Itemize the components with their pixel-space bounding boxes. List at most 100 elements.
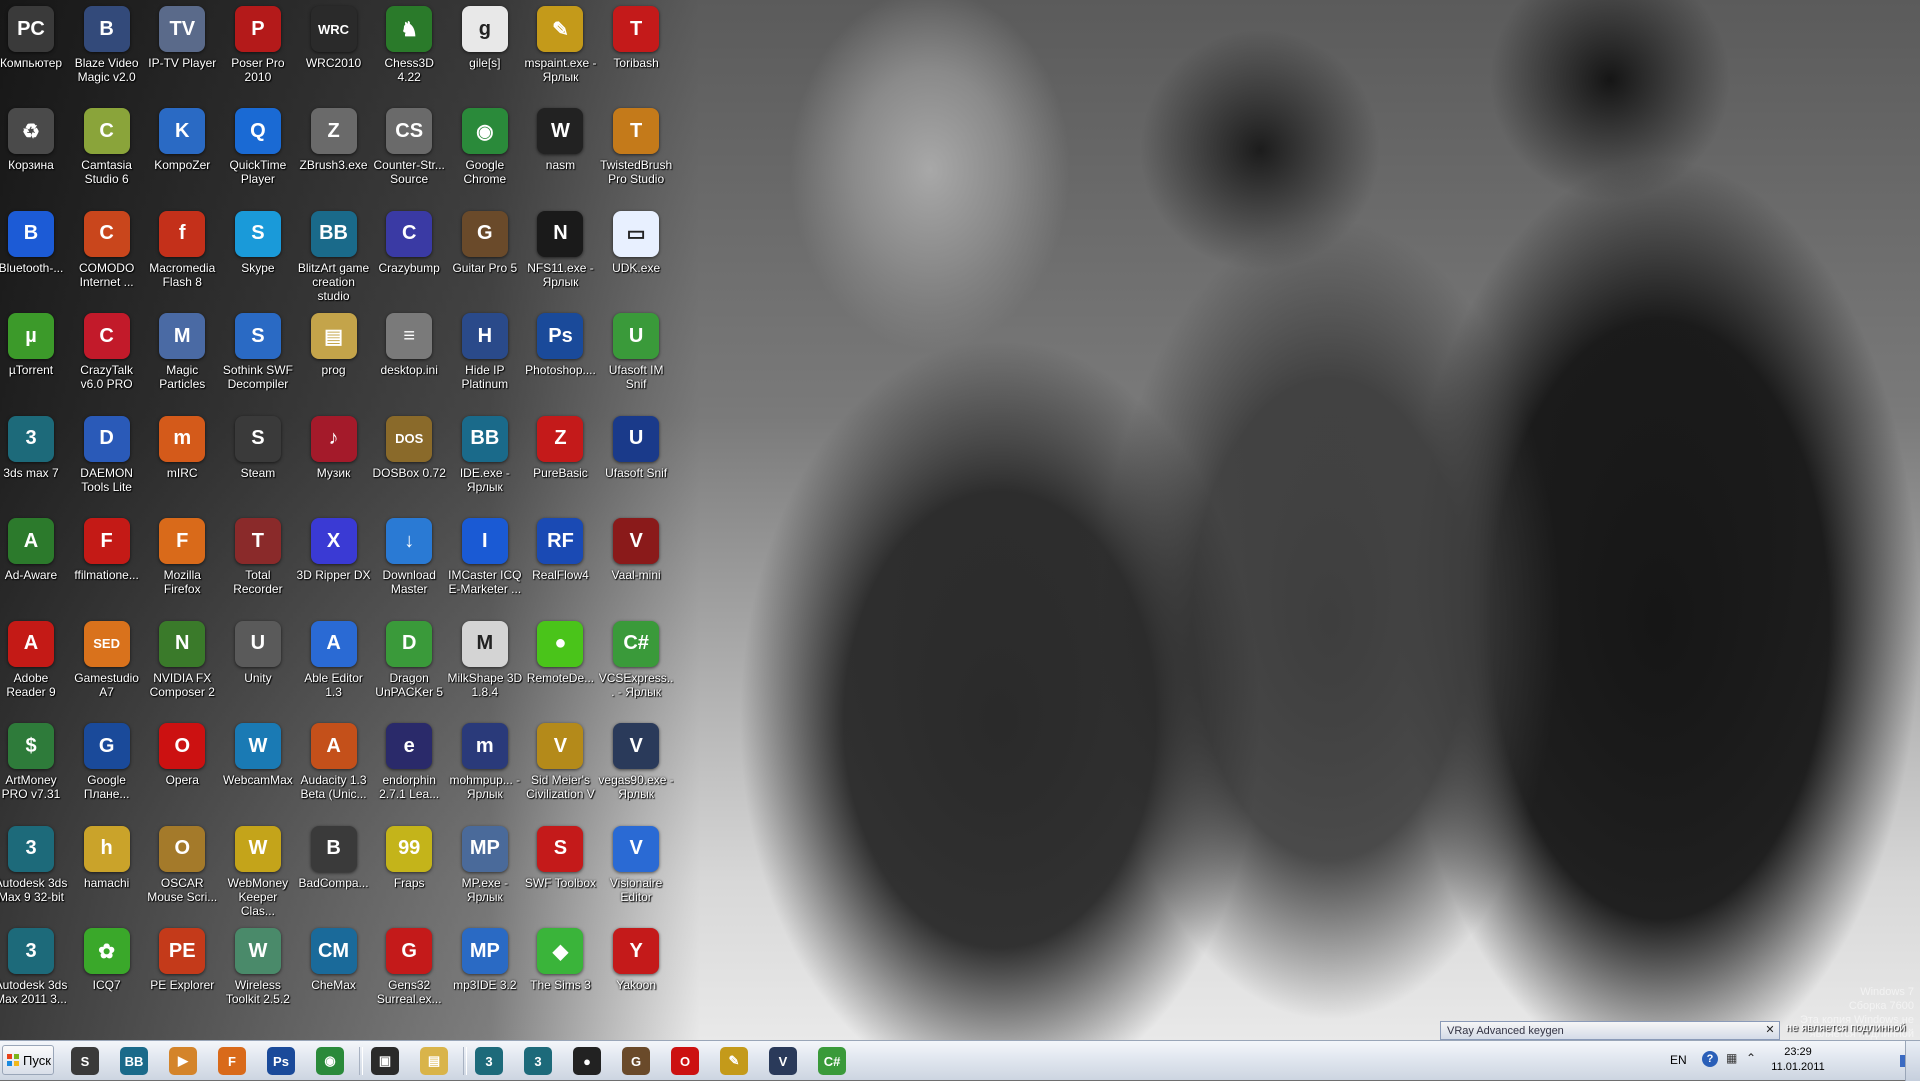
show-desktop-button[interactable] [1905,1041,1920,1081]
desktop-icon[interactable]: BB IDE.exe - Ярлык [447,410,523,510]
desktop-icon[interactable]: Z PureBasic [522,410,598,510]
desktop-icon[interactable]: O Opera [144,717,220,817]
taskbar-button-guitar-pro[interactable]: G [615,1044,657,1078]
desktop-icon[interactable]: I IMCaster ICQ E-Marketer ... [447,512,523,612]
desktop-icon[interactable]: T Total Recorder [220,512,296,612]
desktop-icon[interactable]: A Able Editor 1.3 [296,615,372,715]
desktop-icon[interactable]: f Macromedia Flash 8 [144,205,220,305]
taskbar-button-chrome[interactable]: ◉ [309,1044,351,1078]
desktop-icon[interactable]: G Guitar Pro 5 [447,205,523,305]
desktop-icon[interactable]: TV IP-TV Player [144,0,220,100]
desktop-icon[interactable]: ♪ Музик [296,410,372,510]
desktop-icon[interactable]: µ µTorrent [0,307,69,407]
desktop-icon[interactable]: 3 3ds max 7 [0,410,69,510]
network-icon[interactable]: ▦ [1726,1051,1740,1067]
desktop-icon[interactable]: A Adobe Reader 9 [0,615,69,715]
desktop-icon[interactable]: ♞ Chess3D 4.22 [371,0,447,100]
desktop-icon[interactable]: ◆ The Sims 3 [522,922,598,1022]
desktop-icon[interactable]: ▭ UDK.exe [598,205,674,305]
desktop-icon[interactable]: G Google Плане... [69,717,145,817]
desktop-icon[interactable]: ✎ mspaint.exe - Ярлык [522,0,598,100]
desktop-icon[interactable]: H Hide IP Platinum [447,307,523,407]
desktop-icon[interactable]: P Poser Pro 2010 [220,0,296,100]
taskbar-button-vegas[interactable]: V [762,1044,804,1078]
desktop-icon[interactable]: ≡ desktop.ini [371,307,447,407]
desktop-icon[interactable]: Vvegas90.exe - Ярлык [598,717,674,817]
desktop-icon[interactable]: Z ZBrush3.exe [296,102,372,202]
desktop-icon[interactable]: G Gens32 Surreal.ex... [371,922,447,1022]
desktop-icon[interactable]: W Wireless Toolkit 2.5.2 [220,922,296,1022]
desktop-icon[interactable]: Ps Photoshop.... [522,307,598,407]
desktop-icon[interactable]: $ ArtMoney PRO v7.31 [0,717,69,817]
desktop-icon[interactable]: S Steam [220,410,296,510]
desktop-icon[interactable]: C Crazybump [371,205,447,305]
desktop-icon[interactable]: D DAEMON Tools Lite [69,410,145,510]
desktop-icon[interactable]: ↓ Download Master [371,512,447,612]
desktop-icon[interactable]: m mohmpup... - Ярлык [447,717,523,817]
desktop-icon[interactable]: N NFS11.exe - Ярлык [522,205,598,305]
desktop-icon[interactable]: A Ad-Aware [0,512,69,612]
taskbar-button-terminal[interactable]: ▣ [364,1044,406,1078]
desktop-icon[interactable]: RF RealFlow4 [522,512,598,612]
close-icon[interactable]: ✕ [1763,1023,1777,1037]
desktop-icon[interactable]: 99 Fraps [371,820,447,920]
desktop-icon[interactable]: V Visionaire Editor [598,820,674,920]
desktop-icon[interactable]: ✿ ICQ7 [69,922,145,1022]
desktop-icon[interactable]: PC Компьютер [0,0,69,100]
desktop-icon[interactable]: g gile[s] [447,0,523,100]
taskbar-button-photoshop[interactable]: Ps [260,1044,302,1078]
desktop-icon[interactable]: C COMODO Internet ... [69,205,145,305]
desktop-icon[interactable]: PE PE Explorer [144,922,220,1022]
taskbar-button-3dsmax-2[interactable]: 3 [517,1044,559,1078]
taskbar-button-opera[interactable]: O [664,1044,706,1078]
desktop-icon[interactable]: A Audacity 1.3 Beta (Unic... [296,717,372,817]
desktop-icon[interactable]: W WebMoney Keeper Clas... [220,820,296,920]
desktop-icon[interactable]: MP mp3IDE 3.2 [447,922,523,1022]
desktop-icon[interactable]: Q QuickTime Player [220,102,296,202]
desktop-icon[interactable]: CM CheMax [296,922,372,1022]
desktop-icon[interactable]: N NVIDIA FX Composer 2 [144,615,220,715]
desktop-icon[interactable]: X 3D Ripper DX [296,512,372,612]
desktop-icon[interactable]: ◉ Google Chrome [447,102,523,202]
language-indicator[interactable]: EN [1670,1053,1687,1067]
taskbar-button-alien[interactable]: ● [566,1044,608,1078]
taskbar-button-explorer[interactable]: ▤ [413,1044,455,1078]
desktop-icon[interactable]: Fffilmatione... [69,512,145,612]
desktop-icon[interactable]: C CrazyTalk v6.0 PRO [69,307,145,407]
desktop-icon[interactable]: WRC WRC2010 [296,0,372,100]
desktop-icon[interactable]: Wnasm [522,102,598,202]
desktop-icon[interactable]: m mIRC [144,410,220,510]
chevron-up-icon[interactable]: ⌃ [1746,1051,1756,1065]
desktop-icon[interactable]: T Toribash [598,0,674,100]
desktop-icon[interactable]: U Ufasoft IM Snif [598,307,674,407]
desktop-icon[interactable]: M Magic Particles [144,307,220,407]
desktop-icon[interactable]: V Vaal-mini [598,512,674,612]
help-icon[interactable]: ? [1702,1051,1718,1067]
taskbar-button-steam[interactable]: S [64,1044,106,1078]
desktop-icon[interactable]: M MilkShape 3D 1.8.4 [447,615,523,715]
desktop-icon[interactable]: ▤ prog [296,307,372,407]
desktop-icon[interactable]: Y Yakoon [598,922,674,1022]
desktop-icon[interactable]: 3 Autodesk 3ds Max 9 32-bit [0,820,69,920]
taskbar-button-blitz[interactable]: BB [113,1044,155,1078]
taskbar-button-media-player[interactable]: ▶ [162,1044,204,1078]
desktop-icon[interactable]: B Bluetooth-... [0,205,69,305]
clock[interactable]: 23:29 11.01.2011 [1760,1045,1836,1075]
desktop-icon[interactable]: MP MP.exe - Ярлык [447,820,523,920]
desktop-icon[interactable]: T TwistedBrush Pro Studio [598,102,674,202]
desktop-icon[interactable]: D Dragon UnPACKer 5 [371,615,447,715]
desktop-icon[interactable]: S Skype [220,205,296,305]
taskbar-button-mspaint[interactable]: ✎ [713,1044,755,1078]
desktop-icon[interactable]: K KompoZer [144,102,220,202]
taskbar-button-3dsmax-1[interactable]: 3 [468,1044,510,1078]
desktop-icon[interactable]: S SWF Toolbox [522,820,598,920]
desktop-icon[interactable]: V Sid Meier's Civilization V [522,717,598,817]
vray-keygen-bar[interactable]: VRay Advanced keygen ✕ [1440,1021,1780,1040]
taskbar-button-vcsexpress[interactable]: C# [811,1044,853,1078]
desktop-icon[interactable]: 3 Autodesk 3ds Max 2011 3... [0,922,69,1022]
desktop-icon[interactable]: B BadCompa... [296,820,372,920]
desktop-icon[interactable]: W WebcamMax [220,717,296,817]
taskbar-button-firefox[interactable]: F [211,1044,253,1078]
desktop-icon[interactable]: O OSCAR Mouse Scri... [144,820,220,920]
desktop-icon[interactable]: ● RemoteDe... [522,615,598,715]
